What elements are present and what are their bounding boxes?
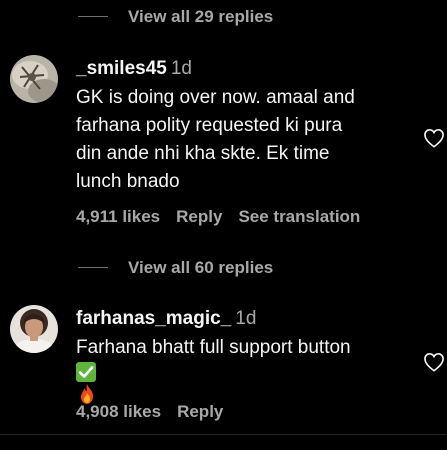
- comment-text-line: lunch bnado: [76, 171, 180, 192]
- comment-actions: 4,911 likes Reply See translation: [76, 207, 376, 227]
- avatar[interactable]: [10, 55, 58, 103]
- reply-button[interactable]: Reply: [177, 402, 223, 421]
- comment-header: farhanas_magic_ 1d: [76, 308, 256, 330]
- view-replies-button[interactable]: View all 29 replies: [0, 4, 447, 28]
- bottom-divider: [0, 434, 447, 435]
- view-replies-label[interactable]: View all 60 replies: [128, 258, 273, 278]
- replies-divider-line: [78, 267, 108, 268]
- comment-header: _smiles45 1d: [76, 58, 192, 80]
- comment-text: GK is doing over now. amaal and farhana …: [76, 84, 406, 196]
- comment-age: 1d: [170, 58, 192, 79]
- see-translation-button[interactable]: See translation: [238, 207, 360, 226]
- heart-outline-icon[interactable]: [423, 352, 445, 372]
- comment-text-line: Farhana bhatt full support button: [76, 337, 351, 358]
- view-replies-label[interactable]: View all 29 replies: [128, 7, 273, 27]
- comment-age: 1d: [235, 308, 257, 329]
- comment-text: Farhana bhatt full support button: [76, 334, 406, 410]
- avatar[interactable]: [10, 305, 58, 353]
- heart-outline-icon[interactable]: [423, 128, 445, 148]
- replies-divider-line: [78, 16, 108, 17]
- comment-text-line: din ande nhi kha skte. Ek time: [76, 143, 330, 164]
- view-replies-button[interactable]: View all 60 replies: [0, 255, 447, 279]
- comment-text-line: GK is doing over now. amaal and: [76, 87, 355, 108]
- check-mark-emoji: [76, 362, 96, 382]
- comment-text-line: farhana polity requested ki pura: [76, 115, 343, 136]
- comment-actions: 4,908 likes Reply: [76, 402, 239, 422]
- like-count[interactable]: 4,908 likes: [76, 402, 161, 421]
- like-count[interactable]: 4,911 likes: [76, 207, 160, 226]
- username-link[interactable]: farhanas_magic_: [76, 308, 231, 329]
- username-link[interactable]: _smiles45: [76, 58, 167, 79]
- reply-button[interactable]: Reply: [176, 207, 222, 226]
